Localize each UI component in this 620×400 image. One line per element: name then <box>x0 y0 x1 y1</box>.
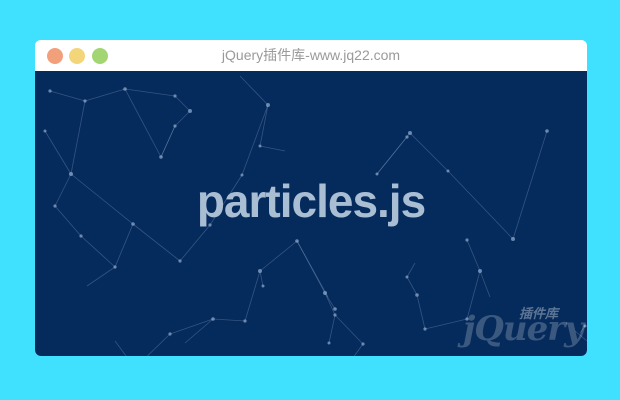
browser-window: jQuery插件库-www.jq22.com particles.js jQue… <box>35 40 587 356</box>
window-title: jQuery插件库-www.jq22.com <box>221 47 401 63</box>
jquery-watermark-logo: jQuery 插件库 <box>453 303 584 353</box>
title-bar: jQuery插件库-www.jq22.com <box>35 40 587 71</box>
particles-canvas[interactable]: particles.js jQuery 插件库 <box>35 71 587 356</box>
watermark-label: 插件库 <box>519 306 559 321</box>
particles-heading: particles.js <box>196 175 426 227</box>
